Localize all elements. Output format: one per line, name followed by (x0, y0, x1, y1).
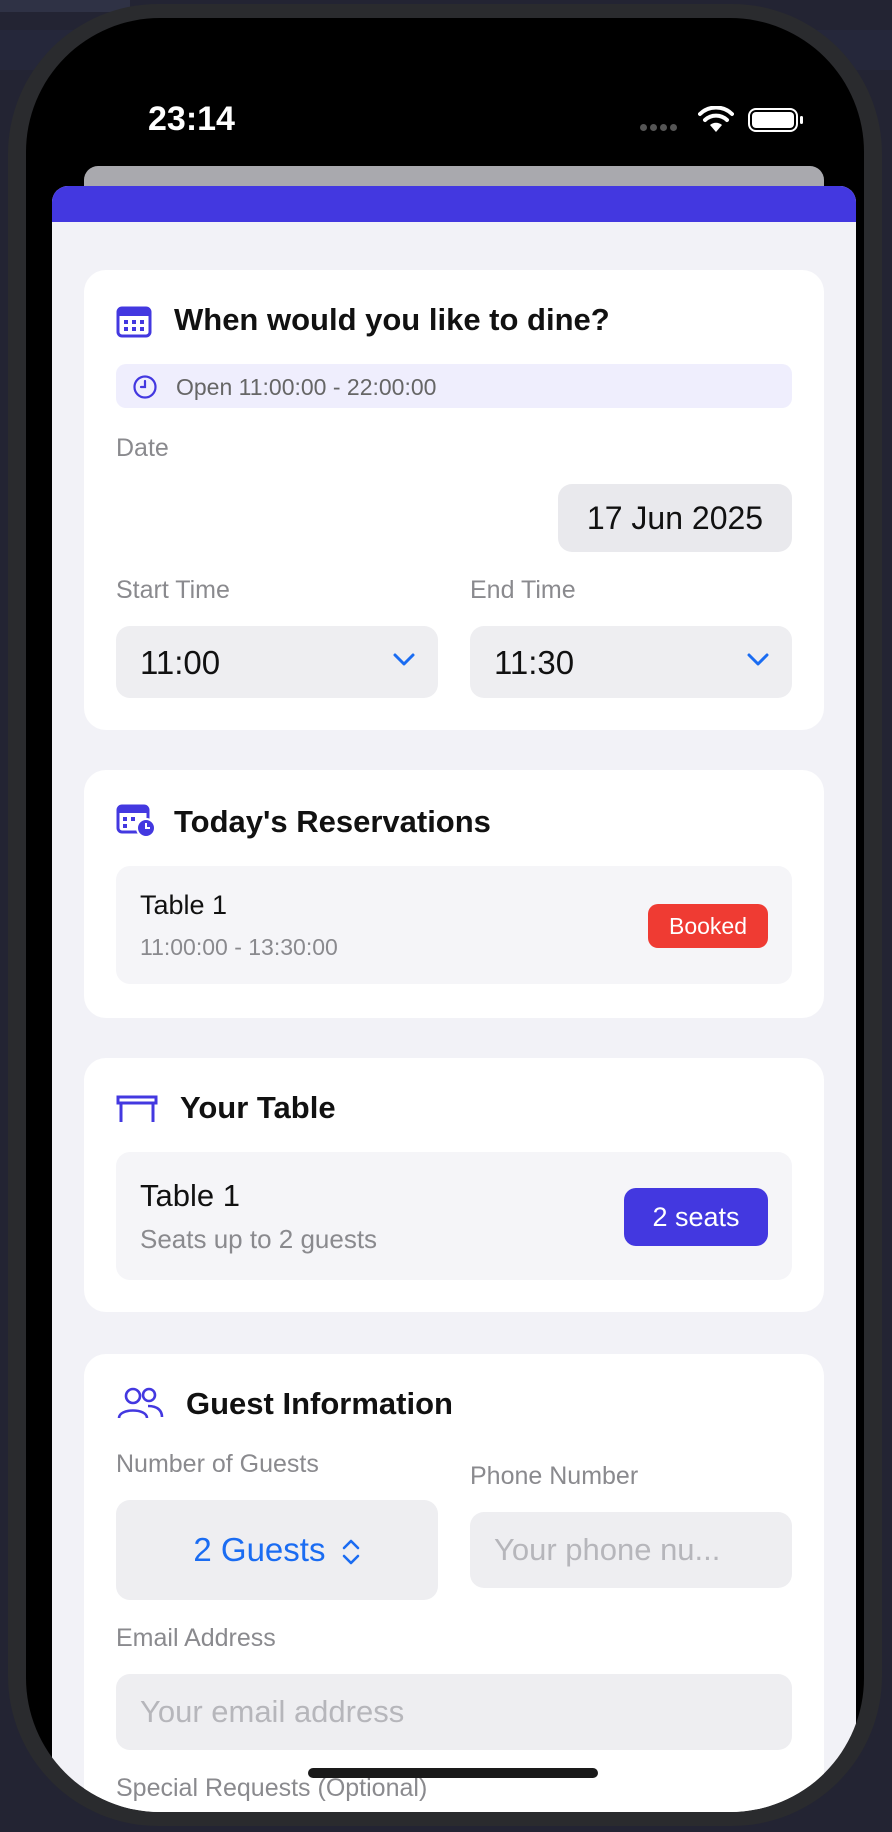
booked-status-badge: Booked (648, 904, 768, 948)
up-down-chevron-icon (342, 1539, 359, 1565)
opening-hours-text: Open 11:00:00 - 22:00:00 (176, 374, 437, 400)
end-time-value: 11:30 (494, 644, 575, 681)
end-time-select[interactable]: 11:30 (470, 626, 792, 698)
todays-reservations-card: Today's Reservations Table 1 11:00:00 - … (84, 770, 824, 1018)
date-picker[interactable]: 17 Jun 2025 (558, 484, 792, 552)
reservation-time: 11:00:00 - 13:30:00 (140, 934, 338, 960)
battery-icon (748, 108, 803, 132)
reservation-table-name: Table 1 (140, 890, 228, 920)
status-time: 23:14 (148, 100, 235, 138)
people-icon (117, 1387, 164, 1419)
sheet-header-bar (52, 186, 856, 222)
table-icon (116, 1095, 158, 1122)
guests-picker[interactable]: 2 Guests (116, 1500, 438, 1600)
guest-info-title: Guest Information (186, 1386, 453, 1421)
start-time-label: Start Time (116, 576, 230, 604)
start-time-value: 11:00 (140, 644, 221, 681)
date-label: Date (116, 434, 169, 462)
chevron-down-icon (747, 653, 769, 666)
cellular-signal-icon (640, 118, 682, 131)
table-name: Table 1 (140, 1178, 240, 1213)
seats-badge: 2 seats (624, 1188, 768, 1246)
your-table-card: Your Table Table 1 Seats up to 2 guests … (84, 1058, 824, 1312)
selected-table-item[interactable]: Table 1 Seats up to 2 guests 2 seats (116, 1152, 792, 1280)
reservations-card-title: Today's Reservations (174, 804, 491, 839)
phone-input[interactable] (470, 1512, 792, 1588)
special-requests-label: Special Requests (Optional) (116, 1774, 428, 1802)
dine-card-title: When would you like to dine? (174, 302, 610, 337)
guests-label: Number of Guests (116, 1450, 319, 1478)
chevron-down-icon (393, 653, 415, 666)
editor-tab (0, 0, 130, 12)
home-indicator[interactable] (308, 1768, 598, 1778)
opening-hours-banner: Open 11:00:00 - 22:00:00 (116, 364, 792, 408)
phone-label: Phone Number (470, 1462, 639, 1490)
reservation-sheet: When would you like to dine? Open 11:00:… (52, 186, 856, 1812)
email-label: Email Address (116, 1624, 276, 1652)
calendar-icon (116, 306, 152, 338)
phone-frame: 23:14 When would you like to dine? Open … (8, 4, 882, 1826)
end-time-label: End Time (470, 576, 576, 604)
guest-information-card: Guest Information Number of Guests Phone… (84, 1354, 824, 1812)
wifi-icon (698, 106, 734, 132)
your-table-title: Your Table (180, 1090, 336, 1125)
reservation-item[interactable]: Table 1 11:00:00 - 13:30:00 Booked (116, 866, 792, 984)
clock-icon (133, 375, 157, 399)
phone-screen: 23:14 When would you like to dine? Open … (26, 18, 864, 1812)
email-input[interactable] (116, 1674, 792, 1750)
dine-time-card: When would you like to dine? Open 11:00:… (84, 270, 824, 730)
guests-value: 2 Guests (193, 1531, 326, 1568)
calendar-clock-icon (116, 804, 156, 838)
table-capacity: Seats up to 2 guests (140, 1224, 378, 1254)
start-time-select[interactable]: 11:00 (116, 626, 438, 698)
